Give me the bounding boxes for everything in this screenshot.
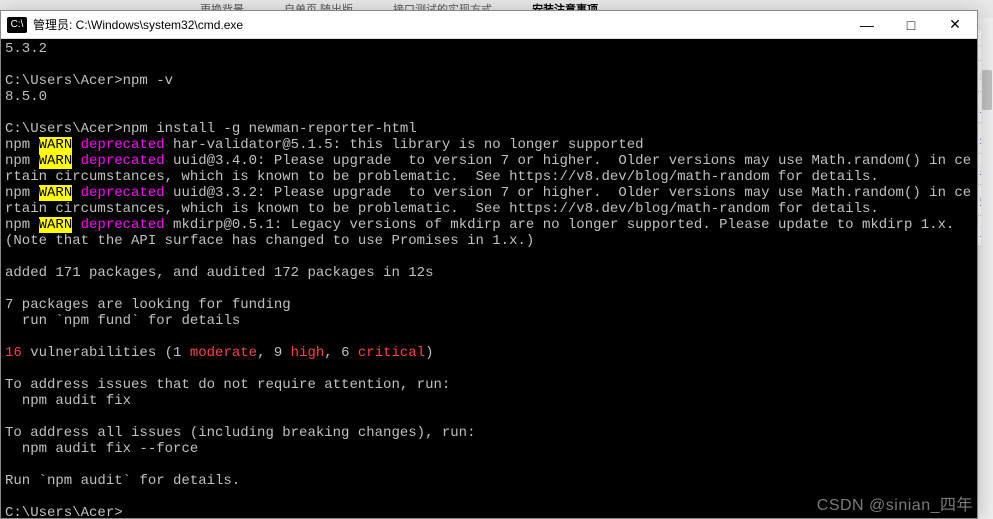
prompt-line: C:\Users\Acer>npm install -g newman-repo…	[5, 121, 417, 137]
maximize-button[interactable]: □	[889, 11, 933, 38]
line: added 171 packages, and audited 172 pack…	[5, 265, 433, 281]
window-controls: — □ ✕	[845, 11, 977, 38]
line: Run `npm audit` for details.	[5, 473, 240, 489]
warn-badge: WARN	[39, 185, 73, 201]
prompt-line: C:\Users\Acer>npm -v	[5, 73, 173, 89]
cmd-window: C:\ 管理员: C:\Windows\system32\cmd.exe — □…	[0, 10, 978, 519]
npm-label: npm	[5, 185, 39, 201]
warn-badge: WARN	[39, 153, 73, 169]
terminal-output[interactable]: 5.3.2 C:\Users\Acer>npm -v 8.5.0 C:\User…	[1, 39, 977, 518]
warn-text: har-validator@5.1.5: this library is no …	[165, 137, 644, 153]
npm-label: npm	[5, 217, 39, 233]
line: run `npm fund` for details	[5, 313, 240, 329]
line: 7 packages are looking for funding	[5, 297, 291, 313]
deprecated-label: deprecated	[81, 185, 165, 201]
page-scrollbar[interactable]	[981, 30, 993, 519]
deprecated-label: deprecated	[81, 137, 165, 153]
cmd-icon: C:\	[7, 17, 27, 33]
vuln-high: high	[291, 345, 325, 361]
titlebar[interactable]: C:\ 管理员: C:\Windows\system32\cmd.exe — □…	[1, 11, 977, 39]
vuln-count: 16	[5, 345, 22, 361]
vuln-moderate: moderate	[190, 345, 257, 361]
close-button[interactable]: ✕	[933, 11, 977, 38]
window-title: 管理员: C:\Windows\system32\cmd.exe	[33, 16, 845, 33]
npm-label: npm	[5, 137, 39, 153]
warn-badge: WARN	[39, 137, 73, 153]
line: To address all issues (including breakin…	[5, 425, 475, 441]
deprecated-label: deprecated	[81, 153, 165, 169]
minimize-button[interactable]: —	[845, 11, 889, 38]
line: To address issues that do not require at…	[5, 377, 450, 393]
vuln-text: vulnerabilities (1	[22, 345, 190, 361]
warn-badge: WARN	[39, 217, 73, 233]
prompt: C:\Users\Acer>	[5, 505, 123, 518]
line: 5.3.2	[5, 41, 47, 57]
line: npm audit fix --force	[5, 441, 198, 457]
vuln-critical: critical	[358, 345, 425, 361]
deprecated-label: deprecated	[81, 217, 165, 233]
scroll-thumb[interactable]	[982, 70, 992, 110]
line: npm audit fix	[5, 393, 131, 409]
line: 8.5.0	[5, 89, 47, 105]
npm-label: npm	[5, 153, 39, 169]
